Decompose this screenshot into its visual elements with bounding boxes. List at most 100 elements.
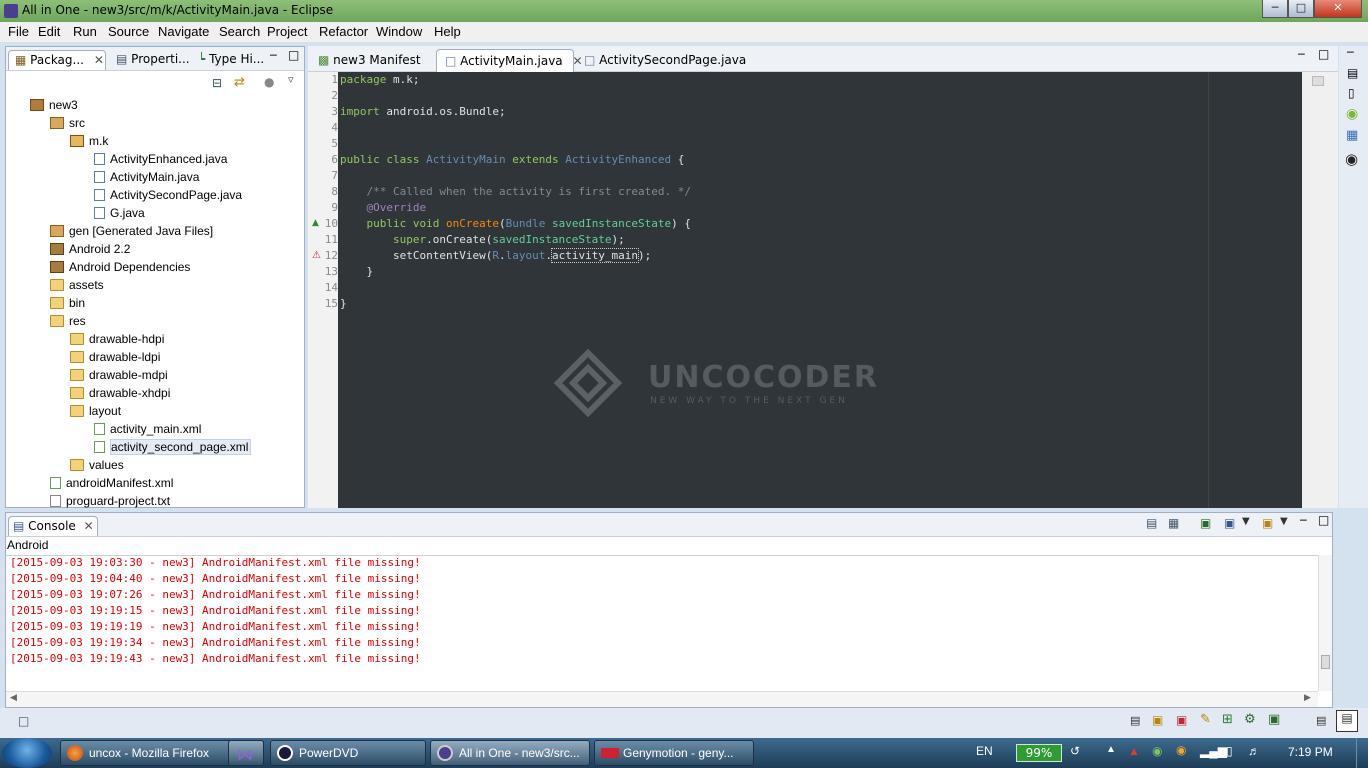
android-icon[interactable]: ◉: [1346, 106, 1358, 122]
minimize-view-icon[interactable]: ─: [1300, 514, 1307, 527]
language-indicator[interactable]: EN: [976, 744, 993, 758]
menu-window[interactable]: Window: [376, 24, 422, 39]
console-horizontal-scrollbar[interactable]: ◀ ▶: [6, 691, 1318, 707]
menu-navigate[interactable]: Navigate: [158, 24, 209, 39]
editor-scrollbar[interactable]: [1302, 72, 1338, 508]
error-log-icon[interactable]: ▣: [1176, 713, 1187, 727]
tray-app-icon[interactable]: ◉: [1176, 743, 1186, 757]
outline-icon[interactable]: ⊞: [1222, 712, 1233, 727]
scroll-lock-icon[interactable]: ▦: [1168, 516, 1179, 530]
tasks-icon[interactable]: ✎: [1200, 712, 1211, 727]
code-area[interactable]: 1 package m.k; 2 3 import android.os.Bundl…: [325, 72, 1338, 508]
tree-item-new3[interactable]: new3: [10, 96, 302, 114]
tab-activity-main[interactable]: □ ActivityMain.java ✕: [436, 49, 583, 72]
link-with-editor-icon[interactable]: ⇄: [234, 75, 245, 90]
tree-item-package[interactable]: m.k: [10, 132, 302, 150]
tree-item-folder[interactable]: values: [10, 456, 302, 474]
minimize-icon[interactable]: ─: [1347, 46, 1354, 59]
signal-icon[interactable]: ▂▄▆: [1200, 744, 1227, 758]
tab-properties[interactable]: ▤ Properti...: [110, 50, 190, 70]
restore-icon[interactable]: ▤: [1347, 66, 1358, 80]
menu-file[interactable]: File: [8, 24, 29, 39]
tree-item-text-file[interactable]: proguard-project.txt: [10, 492, 302, 510]
menu-run[interactable]: Run: [73, 24, 97, 39]
scroll-right-icon[interactable]: ▶: [1304, 693, 1311, 703]
device-icon[interactable]: ▯: [1348, 86, 1355, 100]
scroll-thumb[interactable]: [1321, 655, 1330, 669]
tab-manifest[interactable]: ▩ new3 Manifest: [310, 49, 434, 72]
fast-view-icon[interactable]: □: [18, 714, 29, 728]
tree-item-library[interactable]: Android 2.2: [10, 240, 302, 258]
tree-item-xml-file[interactable]: activity_main.xml: [10, 420, 302, 438]
tree-item-folder[interactable]: drawable-xhdpi: [10, 384, 302, 402]
menu-project[interactable]: Project: [267, 24, 307, 39]
maximize-button[interactable]: □: [1288, 0, 1314, 18]
task-visual-studio[interactable]: ⋈: [228, 740, 264, 766]
task-eclipse[interactable]: All in One - new3/src...: [430, 740, 590, 766]
task-genymotion[interactable]: Genymotion - geny...: [594, 740, 754, 766]
tree-item-folder[interactable]: drawable-ldpi: [10, 348, 302, 366]
view-menu-icon[interactable]: ▿: [288, 73, 294, 86]
tray-app-icon[interactable]: ▲: [1128, 744, 1140, 758]
dropdown-icon[interactable]: ▼: [1280, 516, 1288, 527]
tree-item-folder[interactable]: assets: [10, 276, 302, 294]
view-filter-icon[interactable]: ●: [264, 75, 274, 89]
tree-item-java-file[interactable]: ActivityMain.java: [10, 168, 302, 186]
restore-icon[interactable]: ▤: [1316, 714, 1326, 727]
menu-help[interactable]: Help: [434, 24, 461, 39]
start-button[interactable]: [2, 738, 52, 768]
tree-item-folder[interactable]: drawable-hdpi: [10, 330, 302, 348]
battery-indicator[interactable]: 99%: [1016, 744, 1062, 762]
console-output[interactable]: [2015-09-03 19:03:30 - new3] AndroidMani…: [6, 555, 1318, 691]
tree-item-xml-file-selected[interactable]: activity_second_page.xml: [10, 438, 302, 456]
tree-item-src[interactable]: src: [10, 114, 302, 132]
minimize-button[interactable]: ─: [1262, 0, 1288, 18]
task-powerdvd[interactable]: PowerDVD: [270, 740, 426, 766]
device-icon[interactable]: ▯: [1226, 744, 1233, 758]
perspective-icon[interactable]: ▤: [1336, 710, 1358, 732]
console-vertical-scrollbar[interactable]: [1318, 555, 1332, 691]
tree-item-folder[interactable]: layout: [10, 402, 302, 420]
maximize-view-icon[interactable]: □: [1318, 513, 1329, 527]
display-console-icon[interactable]: ▣: [1224, 516, 1235, 530]
tree-item-folder[interactable]: res: [10, 312, 302, 330]
tab-type-hierarchy[interactable]: ┕ Type Hi...: [192, 50, 268, 70]
code-editor[interactable]: ▲ ⚠ 1 package m.k; 2 3 import android.os.B…: [308, 72, 1338, 508]
settings-icon[interactable]: ⚙: [1244, 712, 1256, 727]
hierarchy-icon[interactable]: ▦: [1346, 128, 1358, 143]
network-icon[interactable]: ◉: [1152, 744, 1162, 758]
menu-search[interactable]: Search: [219, 24, 260, 39]
tab-activity-second-page[interactable]: □ ActivitySecondPage.java: [576, 49, 754, 72]
tree-item-java-file[interactable]: ActivitySecondPage.java: [10, 186, 302, 204]
volume-icon[interactable]: ♬: [1248, 744, 1260, 758]
pin-console-icon[interactable]: ▣: [1200, 516, 1211, 530]
restore-icon[interactable]: ▤: [1130, 714, 1140, 727]
sdk-manager-icon[interactable]: ▣: [1152, 713, 1163, 727]
tree-item-xml-file[interactable]: androidManifest.xml: [10, 474, 302, 492]
close-tab-icon[interactable]: ✕: [84, 519, 94, 533]
wizard-icon[interactable]: ▣: [1268, 712, 1280, 727]
show-desktop-button[interactable]: [1356, 738, 1368, 768]
open-console-icon[interactable]: ▣: [1262, 516, 1273, 530]
close-tab-icon[interactable]: ✕: [94, 53, 104, 67]
show-hidden-icons[interactable]: ▲: [1106, 744, 1116, 755]
tree-item-gen[interactable]: gen [Generated Java Files]: [10, 222, 302, 240]
maximize-view-icon[interactable]: □: [288, 48, 299, 62]
tree-item-library[interactable]: Android Dependencies: [10, 258, 302, 276]
minimize-editor-icon[interactable]: ─: [1298, 48, 1305, 61]
tree-item-folder[interactable]: drawable-mdpi: [10, 366, 302, 384]
close-button[interactable]: ✕: [1314, 0, 1362, 18]
clear-console-icon[interactable]: ▤: [1146, 516, 1157, 530]
dropdown-icon[interactable]: ▼: [1242, 516, 1250, 527]
menu-edit[interactable]: Edit: [38, 24, 60, 39]
sync-icon[interactable]: ↺: [1070, 744, 1080, 758]
clock[interactable]: 7:19 PM: [1288, 745, 1333, 759]
monitor-icon[interactable]: ◉: [1345, 150, 1358, 168]
menu-refactor[interactable]: Refactor: [319, 24, 368, 39]
collapse-all-icon[interactable]: ⊟: [212, 76, 222, 90]
scroll-left-icon[interactable]: ◀: [10, 693, 17, 703]
tab-package-explorer[interactable]: ▦ Packag... ✕: [8, 50, 106, 70]
tree-item-java-file[interactable]: G.java: [10, 204, 302, 222]
minimize-view-icon[interactable]: ─: [270, 49, 277, 62]
scroll-thumb[interactable]: [1312, 76, 1324, 86]
